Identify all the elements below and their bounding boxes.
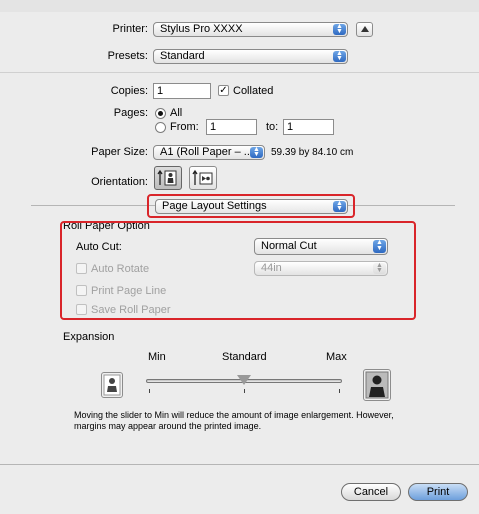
pages-label: Pages: — [113, 107, 148, 119]
print-dialog: Printer: Stylus Pro XXXX ▲ ▼ Presets: Sta… — [0, 0, 479, 514]
cancel-button[interactable]: Cancel — [341, 483, 401, 501]
presets-popup[interactable]: Standard ▲ ▼ — [153, 49, 348, 64]
orientation-label: Orientation: — [91, 176, 148, 188]
slider-tick — [244, 389, 245, 393]
pages-to-label: to: — [266, 121, 279, 133]
print-button[interactable]: Print — [408, 483, 468, 501]
max-image-icon — [363, 369, 391, 401]
pages-from-radio[interactable] — [155, 122, 166, 133]
triangle-up-icon — [361, 26, 369, 32]
presets-label: Presets: — [107, 50, 148, 62]
panel-selector-highlight — [147, 194, 355, 218]
orientation-portrait-button[interactable] — [154, 166, 182, 190]
slider-tick — [149, 389, 150, 393]
paper-size-value: A1 (Roll Paper – ... — [160, 146, 253, 158]
popup-arrows-icon: ▲ ▼ — [333, 50, 346, 62]
expansion-heading: Expansion — [63, 331, 115, 343]
disclosure-button[interactable] — [356, 22, 373, 37]
slider-tick — [339, 389, 340, 393]
pages-from-label: From: — [170, 121, 199, 133]
expansion-note: Moving the slider to Min will reduce the… — [74, 410, 394, 431]
collated-checkbox[interactable]: ✓ — [218, 85, 229, 96]
copies-label: Copies: — [110, 85, 148, 97]
printer-label: Printer: — [112, 23, 148, 35]
paper-dimensions: 59.39 by 84.10 cm — [271, 147, 354, 158]
pages-to-field[interactable]: 1 — [283, 119, 334, 135]
footer-divider — [0, 464, 479, 465]
popup-arrows-icon: ▲ ▼ — [250, 146, 263, 158]
roll-paper-highlight — [60, 221, 416, 320]
collated-label: Collated — [233, 85, 274, 97]
presets-value: Standard — [160, 50, 205, 62]
printer-value: Stylus Pro XXXX — [160, 23, 243, 35]
slider-min-label: Min — [148, 351, 166, 363]
portrait-icon — [157, 169, 177, 186]
popup-arrows-icon: ▲ ▼ — [333, 23, 346, 35]
landscape-icon — [192, 169, 213, 185]
pages-from-field[interactable]: 1 — [206, 119, 257, 135]
expansion-slider-thumb[interactable] — [237, 375, 251, 385]
pages-all-radio[interactable] — [155, 108, 166, 119]
paper-size-popup[interactable]: A1 (Roll Paper – ... ▲ ▼ — [153, 145, 265, 160]
orientation-landscape-button[interactable] — [189, 166, 217, 190]
title-bar — [0, 0, 479, 12]
printer-popup[interactable]: Stylus Pro XXXX ▲ ▼ — [153, 22, 348, 37]
copies-field[interactable]: 1 — [153, 83, 211, 99]
header-divider — [0, 72, 479, 73]
min-image-icon — [101, 372, 123, 398]
paper-size-label: Paper Size: — [91, 146, 148, 158]
slider-max-label: Max — [326, 351, 347, 363]
pages-all-label: All — [170, 107, 183, 119]
slider-standard-label: Standard — [222, 351, 267, 363]
